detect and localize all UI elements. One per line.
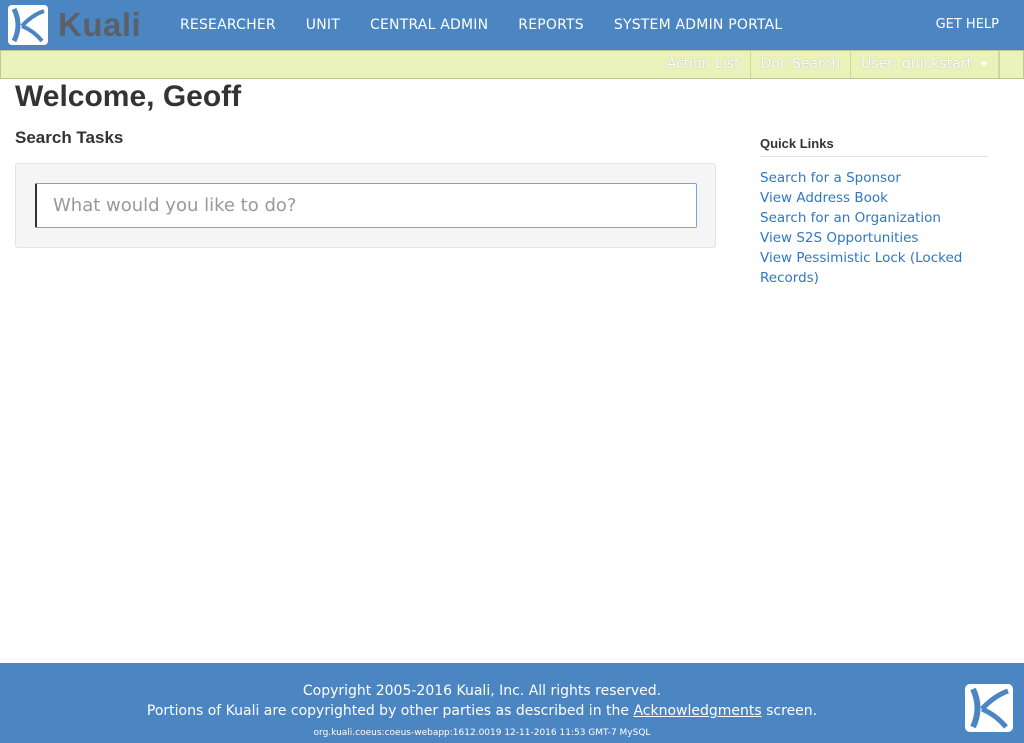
quick-links-heading: Quick Links: [760, 136, 988, 157]
brand-name: Kuali: [58, 6, 142, 43]
doc-search-link[interactable]: Doc Search: [751, 51, 852, 78]
quick-link-search-sponsor[interactable]: Search for a Sponsor: [760, 168, 988, 188]
quick-link-pessimistic-lock[interactable]: View Pessimistic Lock (Locked Records): [760, 248, 988, 288]
search-input[interactable]: [35, 183, 697, 228]
nav-item-unit[interactable]: UNIT: [291, 17, 355, 33]
version-text: org.kuali.coeus:coeus-webapp:1612.0019 1…: [313, 728, 651, 738]
portions-text: Portions of Kuali are copyrighted by oth…: [0, 703, 964, 719]
user-menu[interactable]: User: quickstart: [851, 51, 999, 78]
action-list-link[interactable]: Action List: [657, 51, 751, 78]
caret-down-icon: [980, 62, 988, 66]
portions-prefix: Portions of Kuali are copyrighted by oth…: [146, 703, 629, 719]
quick-link-search-organization[interactable]: Search for an Organization: [760, 208, 988, 228]
brand-logo[interactable]: Kuali: [8, 5, 141, 45]
kuali-logo-icon: [8, 5, 48, 45]
action-bar-items: Action List Doc Search User: quickstart: [657, 51, 999, 78]
page-title: Welcome, Geoff: [15, 80, 242, 113]
user-menu-label: User: quickstart: [861, 56, 972, 72]
search-panel: [15, 163, 716, 248]
portions-suffix: screen.: [766, 703, 818, 719]
nav-item-researcher[interactable]: RESEARCHER: [165, 17, 291, 33]
acknowledgments-link[interactable]: Acknowledgments: [633, 703, 761, 719]
footer: Copyright 2005-2016 Kuali, Inc. All righ…: [0, 663, 1024, 743]
get-help-link[interactable]: GET HELP: [936, 0, 999, 50]
nav-item-central-admin[interactable]: CENTRAL ADMIN: [355, 17, 503, 33]
action-bar-divider: [999, 51, 1023, 78]
top-navigation: Kuali RESEARCHER UNIT CENTRAL ADMIN REPO…: [0, 0, 1024, 50]
nav-item-system-admin-portal[interactable]: SYSTEM ADMIN PORTAL: [599, 17, 798, 33]
copyright-text: Copyright 2005-2016 Kuali, Inc. All righ…: [302, 683, 662, 699]
quick-links-list: Search for a Sponsor View Address Book S…: [760, 168, 988, 288]
main-menu: RESEARCHER UNIT CENTRAL ADMIN REPORTS SY…: [165, 0, 797, 50]
action-bar: Action List Doc Search User: quickstart: [0, 50, 1024, 79]
kuali-logo-icon: [965, 684, 1013, 732]
quick-link-s2s-opportunities[interactable]: View S2S Opportunities: [760, 228, 988, 248]
quick-link-address-book[interactable]: View Address Book: [760, 188, 988, 208]
search-tasks-heading: Search Tasks: [15, 128, 124, 147]
nav-item-reports[interactable]: REPORTS: [503, 17, 599, 33]
